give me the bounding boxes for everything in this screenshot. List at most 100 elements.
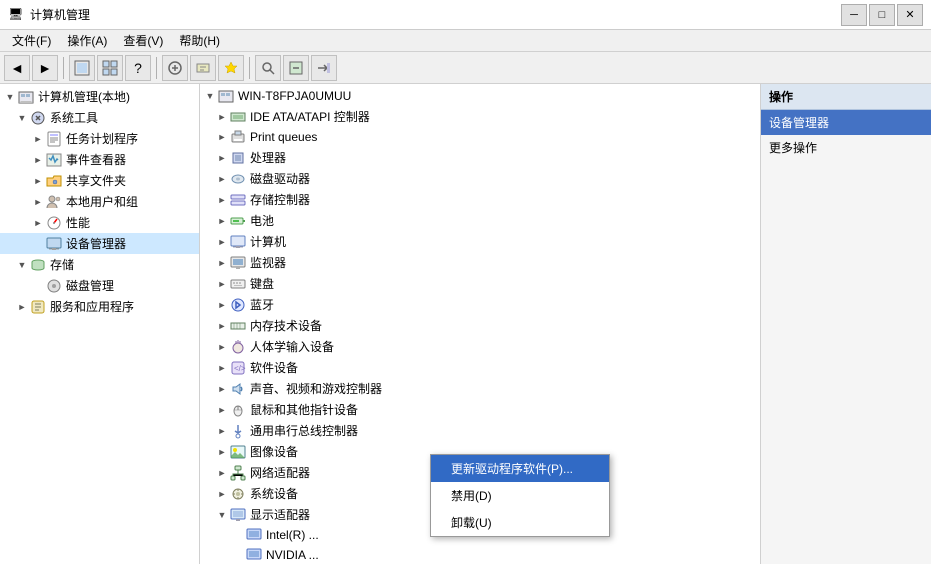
- menu-action[interactable]: 操作(A): [59, 30, 115, 51]
- middle-icon-root: [218, 88, 234, 104]
- arr-disk: ►: [216, 173, 228, 185]
- arr-keyboard: ►: [216, 278, 228, 290]
- context-menu-uninstall[interactable]: 卸载(U): [431, 509, 609, 536]
- left-item-storage[interactable]: ▼ 存储: [0, 254, 199, 275]
- toolbar-btn7[interactable]: [283, 55, 309, 81]
- middle-item-print[interactable]: ► Print queues: [200, 127, 760, 147]
- left-item-local-users[interactable]: ► 本地用户和组: [0, 191, 199, 212]
- arr-memory: ►: [216, 320, 228, 332]
- middle-item-ide[interactable]: ► IDE ATA/ATAPI 控制器: [200, 106, 760, 127]
- left-item-system-tools-label: 系统工具: [50, 109, 98, 126]
- toolbar-btn2[interactable]: [97, 55, 123, 81]
- left-item-system-tools[interactable]: ▼ 系统工具: [0, 107, 199, 128]
- left-item-services[interactable]: ► 服务和应用程序: [0, 296, 199, 317]
- middle-item-software-dev[interactable]: ► </> 软件设备: [200, 357, 760, 378]
- left-item-disk-mgmt[interactable]: 磁盘管理: [0, 275, 199, 296]
- menu-view[interactable]: 查看(V): [115, 30, 171, 51]
- toolbar-btn1[interactable]: [69, 55, 95, 81]
- lbl-hid: 人体学输入设备: [250, 338, 334, 355]
- middle-arrow-root: ▼: [204, 90, 216, 102]
- middle-item-disk[interactable]: ► 磁盘驱动器: [200, 168, 760, 189]
- context-menu: 更新驱动程序软件(P)... 禁用(D) 卸载(U): [430, 454, 610, 537]
- icon-disk2: [230, 171, 246, 187]
- window-controls[interactable]: ─ □ ✕: [841, 4, 923, 26]
- icon-intel: [246, 527, 262, 543]
- middle-item-sound[interactable]: ► 声音、视频和游戏控制器: [200, 378, 760, 399]
- icon-services: [30, 299, 46, 315]
- context-menu-update[interactable]: 更新驱动程序软件(P)...: [431, 455, 609, 482]
- toolbar-back[interactable]: ◄: [4, 55, 30, 81]
- right-panel-device-manager[interactable]: 设备管理器: [761, 110, 931, 135]
- arr-storage: ►: [216, 194, 228, 206]
- toolbar: ◄ ► ?: [0, 52, 931, 84]
- lbl-print: Print queues: [250, 130, 317, 144]
- left-item-users-label: 本地用户和组: [66, 193, 138, 210]
- middle-item-usb[interactable]: ► 通用串行总线控制器: [200, 420, 760, 441]
- arr-monitor: ►: [216, 257, 228, 269]
- arr-usb: ►: [216, 425, 228, 437]
- icon-network: [230, 465, 246, 481]
- lbl-memory: 内存技术设备: [250, 317, 322, 334]
- left-item-shared-folders[interactable]: ► 共享文件夹: [0, 170, 199, 191]
- left-item-performance[interactable]: ► 性能: [0, 212, 199, 233]
- lbl-bt: 蓝牙: [250, 296, 274, 313]
- icon-task: [46, 131, 62, 147]
- icon-usb: [230, 423, 246, 439]
- arr-battery: ►: [216, 215, 228, 227]
- icon-perf: [46, 215, 62, 231]
- middle-item-memory[interactable]: ► 内存技术设备: [200, 315, 760, 336]
- left-item-device-manager[interactable]: 设备管理器: [0, 233, 199, 254]
- arr-bt: ►: [216, 299, 228, 311]
- lbl-storage: 存储控制器: [250, 191, 310, 208]
- menu-help[interactable]: 帮助(H): [171, 30, 228, 51]
- arrow-perf: ►: [32, 217, 44, 229]
- middle-item-computer[interactable]: ► 计算机: [200, 231, 760, 252]
- icon-dev: [46, 236, 62, 252]
- maximize-button[interactable]: □: [869, 4, 895, 26]
- left-item-root-label: 计算机管理(本地): [38, 88, 130, 105]
- minimize-button[interactable]: ─: [841, 4, 867, 26]
- middle-item-cpu[interactable]: ► 处理器: [200, 147, 760, 168]
- lbl-battery: 电池: [250, 212, 274, 229]
- middle-item-battery[interactable]: ► 电池: [200, 210, 760, 231]
- arr-system: ►: [216, 488, 228, 500]
- middle-item-mouse[interactable]: ► 鼠标和其他指针设备: [200, 399, 760, 420]
- middle-item-nvidia[interactable]: NVIDIA ...: [200, 545, 760, 564]
- middle-item-keyboard[interactable]: ► 键盘: [200, 273, 760, 294]
- left-item-perf-label: 性能: [66, 214, 90, 231]
- arr-sw: ►: [216, 362, 228, 374]
- lbl-network: 网络适配器: [250, 464, 310, 481]
- toolbar-btn3[interactable]: [162, 55, 188, 81]
- icon-event: [46, 152, 62, 168]
- icon-root: [18, 89, 34, 105]
- lbl-display: 显示适配器: [250, 506, 310, 523]
- middle-item-storage[interactable]: ► 存储控制器: [200, 189, 760, 210]
- left-item-task-scheduler[interactable]: ► 任务计划程序: [0, 128, 199, 149]
- middle-item-monitor[interactable]: ► 监视器: [200, 252, 760, 273]
- left-item-disk-label: 磁盘管理: [66, 277, 114, 294]
- toolbar-help[interactable]: ?: [125, 55, 151, 81]
- icon-disk: [46, 278, 62, 294]
- left-item-root[interactable]: ▼ 计算机管理(本地): [0, 86, 199, 107]
- toolbar-forward[interactable]: ►: [32, 55, 58, 81]
- icon-mouse: [230, 402, 246, 418]
- toolbar-btn5[interactable]: [218, 55, 244, 81]
- middle-root-label: WIN-T8FPJA0UMUU: [238, 89, 351, 103]
- middle-item-bluetooth[interactable]: ► 蓝牙: [200, 294, 760, 315]
- middle-root[interactable]: ▼ WIN-T8FPJA0UMUU: [200, 86, 760, 106]
- context-menu-disable[interactable]: 禁用(D): [431, 482, 609, 509]
- icon-display: [230, 507, 246, 523]
- main-layout: ▼ 计算机管理(本地) ▼ 系统工具 ► 任务计划程序 ►: [0, 84, 931, 564]
- toolbar-btn4[interactable]: [190, 55, 216, 81]
- icon-monitor: [230, 255, 246, 271]
- menu-file[interactable]: 文件(F): [4, 30, 59, 51]
- arr-display: ▼: [216, 509, 228, 521]
- toolbar-btn6[interactable]: [255, 55, 281, 81]
- arr-intel: [232, 529, 244, 541]
- middle-item-hid[interactable]: ► 人体学输入设备: [200, 336, 760, 357]
- left-item-event-viewer[interactable]: ► 事件查看器: [0, 149, 199, 170]
- close-button[interactable]: ✕: [897, 4, 923, 26]
- toolbar-btn8[interactable]: [311, 55, 337, 81]
- arr-mouse: ►: [216, 404, 228, 416]
- right-panel-more-actions[interactable]: 更多操作: [761, 135, 931, 160]
